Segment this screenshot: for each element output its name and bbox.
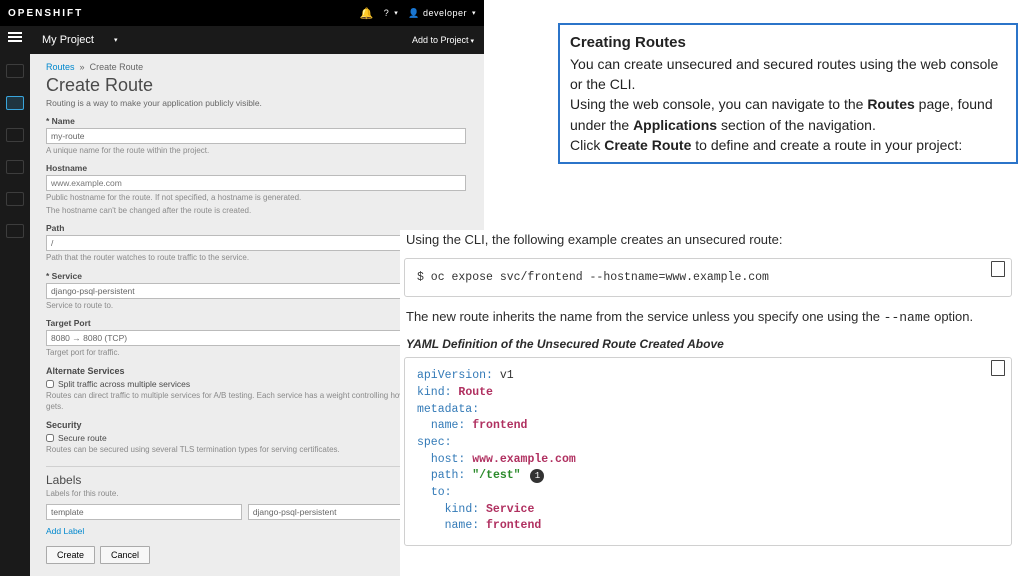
hostname-input[interactable] [46,175,466,191]
add-to-project[interactable]: Add to Project▾ [412,35,474,45]
hostname-help2: The hostname can't be changed after the … [46,206,466,216]
nav-item-4[interactable] [6,160,24,174]
cancel-button[interactable]: Cancel [100,546,150,564]
nav-item-6[interactable] [6,224,24,238]
nav-item-2[interactable] [6,96,24,110]
cli-intro: Using the CLI, the following example cre… [400,230,1016,250]
cli-command: $ oc expose svc/frontend --hostname=www.… [417,271,769,284]
breadcrumb-routes[interactable]: Routes [46,62,75,72]
name-help: A unique name for the route within the p… [46,146,466,156]
hamburger-menu-icon[interactable] [8,32,22,42]
top-bar-right: 🔔 ?▾ 👤 developer▾ [360,7,477,20]
user-menu[interactable]: 👤 developer▾ [408,8,476,19]
page-subtitle: Routing is a way to make your applicatio… [46,98,466,108]
yaml-codebox: apiVersion: v1 kind: Route metadata: nam… [404,357,1012,546]
brand: OPENSHIFT [8,8,83,19]
top-bar: OPENSHIFT 🔔 ?▾ 👤 developer▾ [0,0,484,26]
cli-codebox: $ oc expose svc/frontend --hostname=www.… [404,258,1012,297]
page-title: Create Route [46,75,466,96]
left-nav-rail [0,54,30,576]
labels-title: Labels [46,473,81,487]
project-bar: My Project▾ Add to Project▾ [0,26,484,54]
info-title: Creating Routes [570,32,1006,54]
alt-checkbox[interactable] [46,380,54,388]
create-button[interactable]: Create [46,546,95,564]
notifications-icon[interactable]: 🔔 [360,7,374,20]
name-input[interactable] [46,128,466,144]
nav-item-1[interactable] [6,64,24,78]
callout-bullet-1: 1 [530,469,544,483]
breadcrumb-current: Create Route [90,62,144,72]
copy-icon[interactable] [993,263,1005,277]
info-callout: Creating Routes You can create unsecured… [558,23,1018,164]
secure-checkbox[interactable] [46,434,54,442]
yaml-title: YAML Definition of the Unsecured Route C… [400,335,1016,353]
nav-item-3[interactable] [6,128,24,142]
breadcrumb: Routes » Create Route [46,62,466,72]
name-label: * Name [46,116,466,126]
hostname-help1: Public hostname for the route. If not sp… [46,193,466,203]
inherit-text: The new route inherits the name from the… [400,307,1016,328]
hostname-label: Hostname [46,163,466,173]
label-key-input[interactable] [46,504,242,520]
project-selector[interactable]: My Project▾ [42,34,117,46]
help-menu[interactable]: ?▾ [384,8,399,18]
doc-panel: Using the CLI, the following example cre… [400,230,1016,576]
copy-icon[interactable] [993,362,1005,376]
nav-item-5[interactable] [6,192,24,206]
